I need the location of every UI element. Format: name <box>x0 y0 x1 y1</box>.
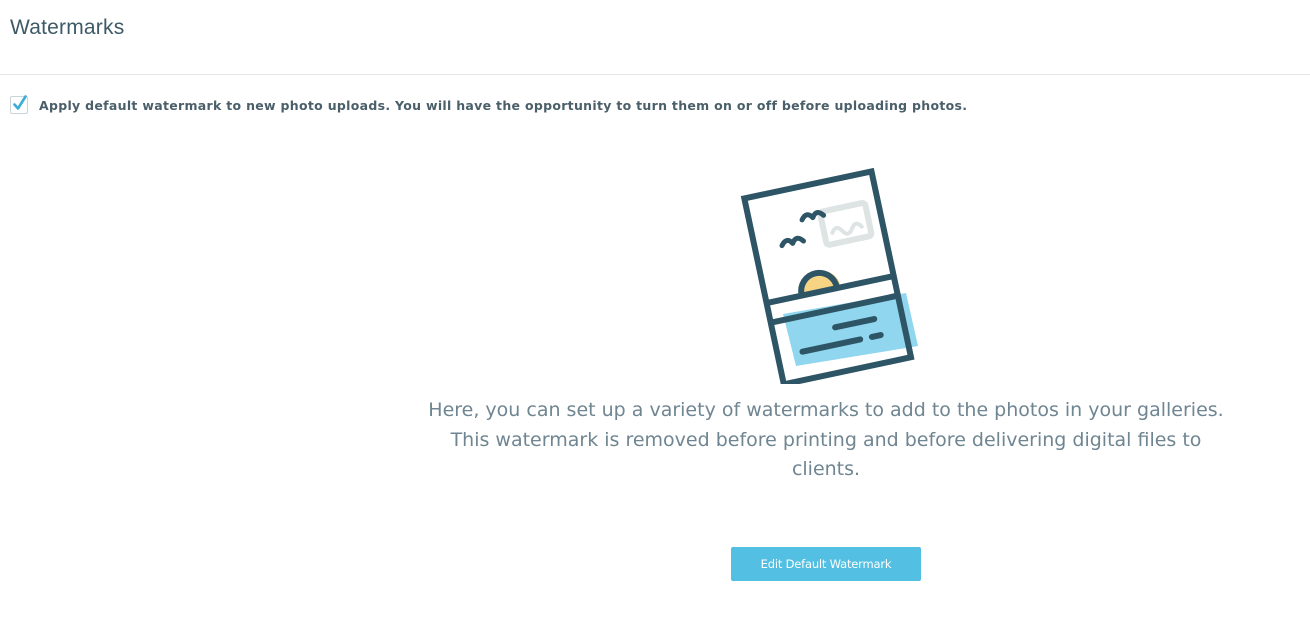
checkmark-icon <box>13 95 27 110</box>
edit-default-watermark-button[interactable]: Edit Default Watermark <box>731 547 921 581</box>
empty-state-description: Here, you can set up a variety of waterm… <box>428 399 1224 480</box>
photo-watermark-illustration-icon <box>728 158 924 388</box>
apply-default-watermark-setting: Apply default watermark to new photo upl… <box>10 95 968 114</box>
header-divider <box>0 74 1310 75</box>
watermarks-page: Watermarks Apply default watermark to ne… <box>0 0 1310 624</box>
photo-watermark-illustration-svg <box>740 167 918 388</box>
apply-default-watermark-label: Apply default watermark to new photo upl… <box>39 97 968 113</box>
page-title: Watermarks <box>10 16 125 39</box>
apply-default-watermark-checkbox[interactable] <box>10 95 28 114</box>
